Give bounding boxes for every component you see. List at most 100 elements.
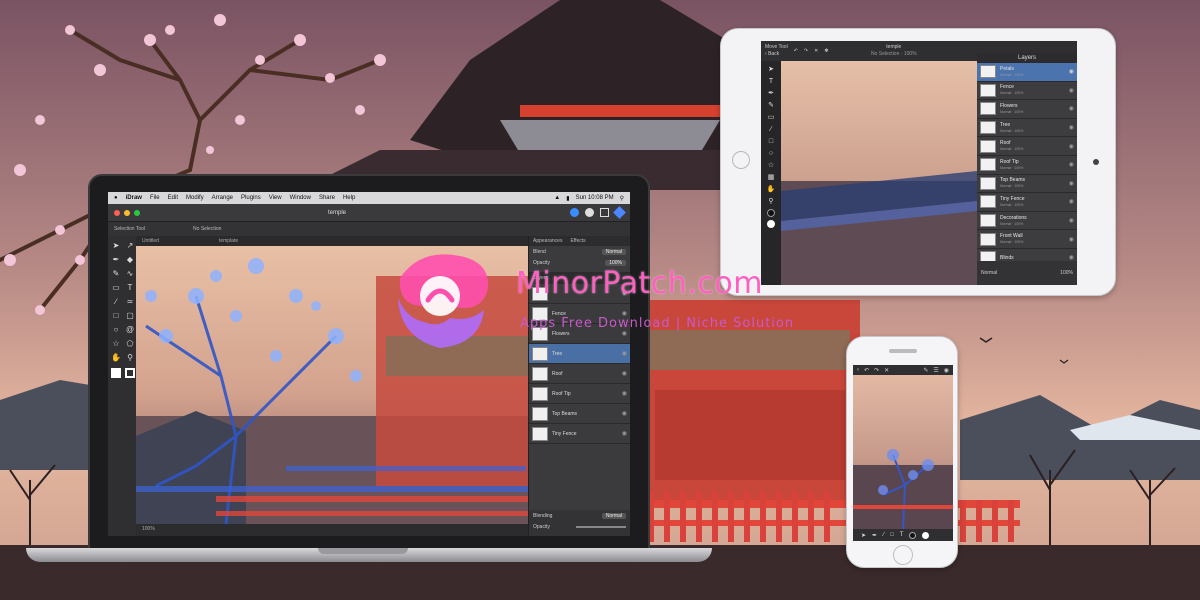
tablet-layer-row[interactable]: Top Beams Normal · 100% ◉: [977, 175, 1077, 194]
eye-icon[interactable]: ◉: [1069, 217, 1074, 224]
layer-row[interactable]: Tiny Fence ◉: [529, 424, 630, 444]
eye-icon[interactable]: ◉: [622, 410, 627, 417]
image-icon[interactable]: ▦: [768, 173, 775, 182]
tablet-opacity-field[interactable]: 100%: [1060, 270, 1073, 276]
menu-file[interactable]: File: [150, 195, 160, 201]
zoom-window-button[interactable]: [134, 209, 140, 216]
text-icon[interactable]: T: [900, 532, 904, 538]
menu-view[interactable]: View: [269, 195, 282, 201]
polygon-icon[interactable]: ⬠: [124, 338, 136, 350]
eye-icon[interactable]: ◉: [1069, 105, 1074, 112]
appearance-icon[interactable]: ◉: [944, 367, 949, 374]
brush-icon[interactable]: ∿: [124, 268, 136, 280]
hand-icon[interactable]: ✋: [767, 185, 776, 194]
phone-home-button[interactable]: [893, 545, 913, 565]
layers-icon[interactable]: ☰: [933, 367, 938, 374]
menu-plugins[interactable]: Plugins: [241, 195, 261, 201]
stroke-color-swatch[interactable]: [767, 209, 775, 217]
eye-icon[interactable]: ◉: [622, 350, 627, 357]
pen-icon[interactable]: ✒: [110, 254, 122, 266]
close-icon[interactable]: ✕: [814, 48, 818, 54]
tablet-canvas[interactable]: [781, 61, 977, 285]
blend-select[interactable]: Normal: [601, 248, 626, 255]
tablet-back-button[interactable]: ‹ Back: [765, 51, 788, 58]
opacity-slider[interactable]: [576, 525, 626, 528]
blending-select[interactable]: Normal: [601, 512, 626, 519]
layer-row-selected[interactable]: Tree ◉: [529, 344, 630, 364]
redo-icon[interactable]: ↷: [804, 48, 808, 54]
arrow-icon[interactable]: ➤: [110, 240, 122, 252]
redo-icon[interactable]: ↷: [874, 367, 879, 374]
menu-help[interactable]: Help: [343, 195, 355, 201]
eye-icon[interactable]: ◉: [1069, 124, 1074, 131]
brush-icon[interactable]: ✎: [768, 101, 774, 110]
attach-icon[interactable]: ❃: [824, 48, 828, 54]
tablet-layer-row[interactable]: Front Wall Normal · 100% ◉: [977, 230, 1077, 249]
eye-icon[interactable]: ◉: [1069, 161, 1074, 168]
rect-icon[interactable]: □: [890, 532, 894, 538]
tablet-home-button[interactable]: [732, 151, 750, 169]
tablet-layer-row[interactable]: Decorations Normal · 100% ◉: [977, 212, 1077, 231]
eraser-icon[interactable]: ▭: [768, 113, 775, 122]
minimize-window-button[interactable]: [124, 209, 130, 216]
back-icon[interactable]: ‹: [857, 367, 859, 373]
eye-icon[interactable]: ◉: [622, 330, 627, 337]
fill-color-swatch[interactable]: [111, 368, 121, 378]
eye-icon[interactable]: ◉: [1069, 236, 1074, 243]
eye-icon[interactable]: ◉: [622, 430, 627, 437]
arrow-icon[interactable]: ➤: [768, 65, 774, 74]
tablet-layer-row[interactable]: Tiny Fence Normal · 100% ◉: [977, 193, 1077, 212]
path-icon[interactable]: ≃: [124, 296, 136, 308]
rect-icon[interactable]: □: [110, 310, 122, 322]
tablet-layer-row[interactable]: Flowers Normal · 100% ◉: [977, 100, 1077, 119]
node-icon[interactable]: ◆: [124, 254, 136, 266]
menu-edit[interactable]: Edit: [168, 195, 178, 201]
text-icon[interactable]: T: [124, 282, 136, 294]
phone-canvas[interactable]: [853, 375, 953, 529]
tablet-layer-row[interactable]: Fence Normal · 100% ◉: [977, 82, 1077, 101]
fill-color-swatch[interactable]: [767, 220, 775, 228]
layer-row[interactable]: Roof Tip ◉: [529, 384, 630, 404]
eye-icon[interactable]: ◉: [1069, 180, 1074, 187]
undo-icon[interactable]: ↶: [794, 48, 798, 54]
menu-window[interactable]: Window: [290, 195, 311, 201]
star-icon[interactable]: ☆: [110, 338, 122, 350]
star-icon[interactable]: ☆: [768, 161, 774, 170]
eye-icon[interactable]: ◉: [1069, 198, 1074, 205]
tablet-blend-select[interactable]: Normal: [981, 270, 997, 276]
layer-row[interactable]: Top Beams ◉: [529, 404, 630, 424]
line-icon[interactable]: ∕: [883, 532, 884, 538]
text-icon[interactable]: T: [769, 77, 773, 86]
wifi-icon[interactable]: ▲: [554, 195, 560, 201]
fill-color-swatch[interactable]: [922, 531, 930, 539]
menubar-clock[interactable]: Sun 10:08 PM: [576, 195, 614, 201]
layer-row[interactable]: Roof ◉: [529, 364, 630, 384]
zoom-level[interactable]: 100%: [142, 526, 155, 532]
eye-icon[interactable]: ◉: [622, 370, 627, 377]
stroke-color-swatch[interactable]: [125, 368, 135, 378]
menu-arrange[interactable]: Arrange: [212, 195, 233, 201]
sidebar-tab[interactable]: Untitled: [142, 238, 159, 244]
menu-modify[interactable]: Modify: [186, 195, 204, 201]
info-icon[interactable]: [585, 208, 594, 217]
appearance-icon[interactable]: [570, 208, 579, 217]
line-icon[interactable]: ∕: [110, 296, 122, 308]
battery-icon[interactable]: ▮: [566, 195, 569, 202]
spiral-icon[interactable]: @: [124, 324, 136, 336]
apple-menu-icon[interactable]: ●: [114, 195, 118, 201]
grid-icon[interactable]: [600, 208, 609, 217]
zoom-icon[interactable]: ⚲: [768, 197, 773, 206]
eye-icon[interactable]: ◉: [1069, 87, 1074, 94]
layers-icon[interactable]: [613, 206, 626, 219]
eye-icon[interactable]: ◉: [1069, 143, 1074, 150]
arrow-icon[interactable]: ➤: [861, 532, 866, 539]
line-icon[interactable]: ∕: [770, 125, 771, 134]
ellipse-icon[interactable]: ○: [110, 324, 122, 336]
tablet-layer-row[interactable]: Tree Normal · 100% ◉: [977, 119, 1077, 138]
pencil-icon[interactable]: ✎: [110, 268, 122, 280]
close-window-button[interactable]: [114, 209, 120, 216]
pen-icon[interactable]: ✒: [768, 89, 774, 98]
eraser-icon[interactable]: ▭: [110, 282, 122, 294]
hand-icon[interactable]: ✋: [110, 352, 122, 364]
eye-icon[interactable]: ◉: [1069, 68, 1074, 75]
